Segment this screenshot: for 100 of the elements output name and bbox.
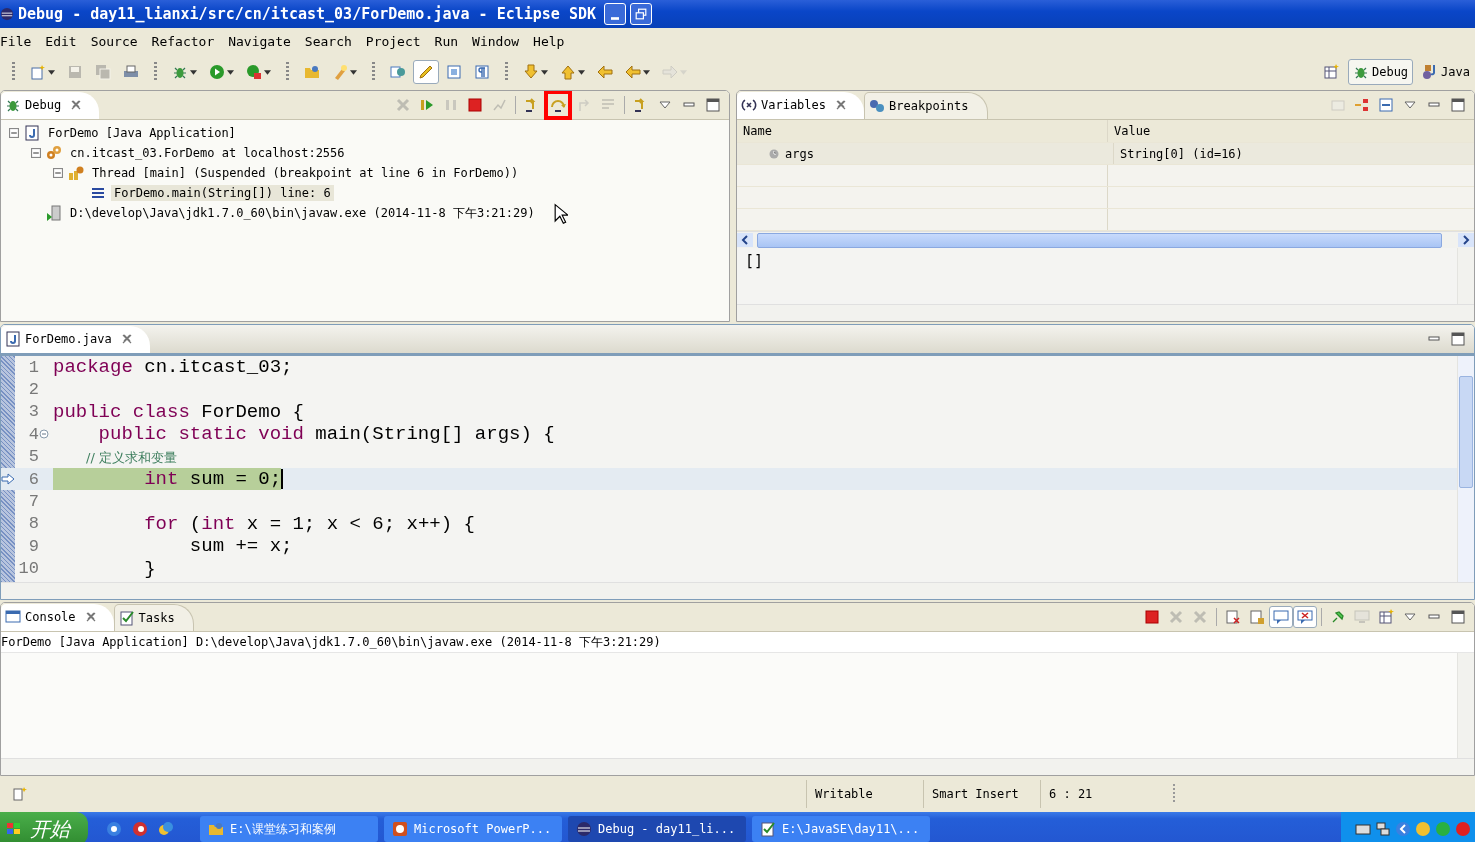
collapse-icon[interactable] [9, 128, 19, 138]
torch-icon [332, 64, 348, 80]
view-tab[interactable]: Tasks [113, 603, 194, 631]
scroll-right-icon[interactable] [1458, 233, 1474, 247]
variables-icon [741, 97, 757, 113]
menu-item[interactable]: File [0, 33, 38, 49]
breakpoints-icon [869, 97, 886, 114]
task-icon [390, 64, 406, 80]
table-row[interactable]: args String[0] (id=16) [737, 143, 1474, 165]
view-tab[interactable]: ForDemo.java [1, 325, 150, 353]
menu-item[interactable]: Project [365, 33, 427, 49]
minimize-button[interactable] [603, 3, 626, 25]
remove-all-icon [1192, 609, 1208, 625]
menu-item[interactable]: Source [90, 33, 144, 49]
tree-item[interactable]: ForDemo [Java Application] [45, 125, 239, 141]
folder-icon [208, 821, 224, 837]
tree-item[interactable]: D:\develop\Java\jdk1.7.0_60\bin\javaw.exe (2014-11-8 下午3:21:29) [67, 203, 538, 223]
perspective-button[interactable]: Java [1417, 59, 1475, 85]
close-icon[interactable] [71, 100, 82, 110]
block-selection-icon [446, 64, 462, 80]
minimize-icon [610, 16, 619, 20]
new-file-icon [30, 64, 46, 80]
menu-item[interactable]: Edit [45, 33, 83, 49]
monitor-icon [1354, 609, 1370, 625]
forward-icon [662, 64, 678, 80]
toolbar-button[interactable] [413, 60, 439, 84]
vertical-scrollbar[interactable] [1457, 653, 1474, 758]
horizontal-scrollbar[interactable] [737, 231, 1474, 248]
caret-icon [578, 69, 585, 75]
view-tab[interactable]: Debug [1, 91, 100, 119]
paragraph-icon [474, 64, 490, 80]
collapse-all-icon [1378, 97, 1394, 113]
scroll-left-icon[interactable] [737, 233, 753, 247]
eclipse-icon [0, 7, 14, 21]
console-bubble-icon [1273, 609, 1289, 625]
messenger-icon[interactable] [158, 821, 174, 837]
close-icon[interactable] [836, 100, 847, 110]
column-header[interactable]: Value [1108, 120, 1474, 142]
tree-arrow-icon [1354, 97, 1370, 113]
line-number: 9 [27, 536, 39, 556]
collapse-icon[interactable] [31, 148, 41, 158]
stop-icon[interactable] [1455, 821, 1471, 837]
horizontal-scrollbar[interactable] [1, 758, 1474, 775]
menu-item[interactable]: Navigate [228, 33, 297, 49]
up-arrow-icon [560, 64, 576, 80]
network-icon[interactable] [1375, 821, 1391, 837]
toolbar-button[interactable] [1293, 606, 1317, 628]
last-edit-icon [597, 64, 613, 80]
restore-button[interactable] [629, 3, 652, 25]
media-icon[interactable] [132, 821, 148, 837]
stop-icon [467, 97, 483, 113]
perspective-button[interactable]: Debug [1347, 59, 1414, 85]
menu-item[interactable]: Search [304, 33, 358, 49]
taskbar-button[interactable]: Debug - day11_li... [568, 816, 746, 842]
code-line: public static void main(String[] args) { [97, 423, 555, 446]
tree-item[interactable]: Thread [main] (Suspended (breakpoint at line 6 in ForDemo)) [89, 165, 522, 181]
pin-icon [1330, 609, 1346, 625]
code-line: // 定义求和变量 [85, 448, 177, 467]
caret-icon [350, 69, 357, 75]
close-icon[interactable] [121, 334, 132, 344]
taskbar-button[interactable]: E:\JavaSE\day11\... [752, 816, 930, 842]
keyboard-icon[interactable] [1355, 821, 1371, 837]
clear-icon [1225, 609, 1241, 625]
column-header[interactable]: Name [737, 120, 1108, 142]
fast-view-icon[interactable] [12, 786, 28, 802]
chat-icon[interactable] [1415, 821, 1431, 837]
tree-item[interactable]: cn.itcast_03.ForDemo at localhost:2556 [67, 145, 348, 161]
collapse-icon[interactable] [39, 429, 49, 440]
console-error-icon [1297, 609, 1313, 625]
window-title: Debug - day11_lianxi/src/cn/itcast_03/ForDemo.java - Eclipse SDK [18, 5, 596, 23]
caret-icon [264, 69, 271, 75]
code-line: } [143, 557, 156, 580]
close-icon[interactable] [85, 612, 96, 622]
line-number: 2 [27, 380, 39, 400]
disconnect-icon [491, 97, 507, 113]
maximize-icon [1450, 331, 1466, 347]
view-tab[interactable]: Breakpoints [864, 91, 988, 119]
collapse-icon[interactable] [53, 168, 63, 178]
taskbar-button[interactable]: Microsoft PowerP... [384, 816, 562, 842]
vertical-scrollbar[interactable] [1457, 356, 1474, 582]
menu-item[interactable]: Window [472, 33, 526, 49]
table-cell: args [785, 146, 814, 161]
pause-icon [443, 97, 459, 113]
menu-item[interactable]: Refactor [151, 33, 221, 49]
taskbar-button[interactable]: E:\课堂练习和案例 [200, 816, 378, 842]
horizontal-scrollbar[interactable] [1, 582, 1474, 599]
vertical-scrollbar[interactable] [1457, 248, 1474, 304]
mouse-cursor-icon [554, 203, 568, 225]
tree-item[interactable]: ForDemo.main(String[]) line: 6 [111, 185, 334, 201]
code-line: public class ForDemo { [53, 400, 304, 423]
horizontal-scrollbar[interactable] [737, 304, 1474, 321]
menu-item[interactable]: Run [434, 33, 465, 49]
caret-icon [541, 69, 548, 75]
view-tab[interactable]: Variables [737, 91, 865, 119]
save-all-icon [95, 64, 111, 80]
perspective-icon [1322, 64, 1339, 80]
menu-item[interactable]: Help [533, 33, 571, 49]
browser-icon[interactable] [106, 821, 122, 837]
view-tab[interactable]: Console [1, 603, 114, 631]
status-field: 6 : 21 [1040, 780, 1157, 808]
